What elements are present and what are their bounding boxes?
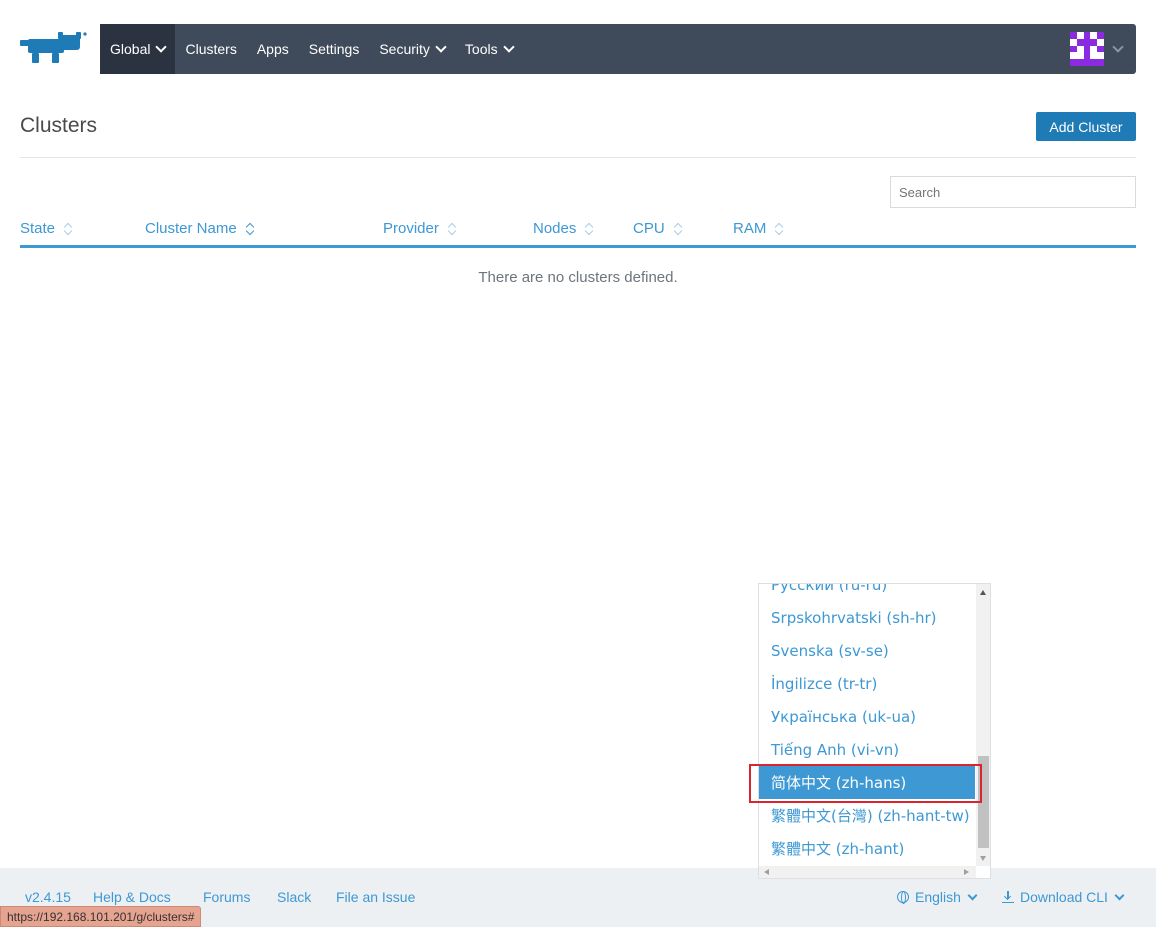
nav-global[interactable]: Global (100, 24, 176, 74)
scrollbar-thumb[interactable] (978, 756, 989, 848)
language-option[interactable]: 繁體中文(台灣) (zh-hant-tw) (759, 799, 975, 832)
scroll-left-arrow-icon[interactable] (764, 869, 769, 875)
nav-apps-label: Apps (256, 41, 289, 57)
language-option[interactable]: Srpskohrvatski (sh-hr) (759, 601, 975, 634)
download-cli-menu[interactable]: Download CLI (1002, 889, 1125, 905)
language-option[interactable]: Русский (ru-ru) (759, 584, 975, 601)
language-selector[interactable]: English (897, 889, 978, 905)
table-header: State Cluster Name Provider Nodes CPU RA… (20, 214, 1136, 248)
chevron-down-icon (502, 40, 515, 53)
chevron-down-icon (967, 890, 978, 901)
language-option-selected[interactable]: 简体中文 (zh-hans) (759, 766, 975, 799)
status-bar-url: https://192.168.101.201/g/clusters# (0, 906, 202, 927)
column-label: Provider (383, 220, 439, 237)
search-input[interactable] (890, 176, 1136, 208)
sort-icon (63, 222, 73, 236)
file-issue-link[interactable]: File an Issue (336, 889, 415, 905)
column-label: RAM (733, 220, 767, 237)
nav-clusters[interactable]: Clusters (175, 24, 246, 74)
column-label: State (20, 220, 56, 237)
forums-link[interactable]: Forums (203, 889, 250, 905)
vertical-scrollbar[interactable] (976, 584, 990, 866)
column-header-nodes[interactable]: Nodes (533, 220, 594, 237)
nav-security-label: Security (379, 41, 430, 57)
scroll-up-arrow-icon[interactable] (980, 590, 986, 595)
sort-icon (774, 222, 784, 236)
nav-clusters-label: Clusters (185, 41, 237, 57)
column-header-state[interactable]: State (20, 220, 73, 237)
nav-security[interactable]: Security (369, 24, 455, 74)
page-title: Clusters (20, 114, 98, 137)
globe-icon (897, 891, 909, 904)
scroll-down-arrow-icon[interactable] (980, 856, 986, 861)
user-avatar-icon (1070, 32, 1104, 66)
column-label: CPU (633, 220, 665, 237)
column-header-ram[interactable]: RAM (733, 220, 784, 237)
chevron-down-icon (435, 40, 447, 53)
language-label: English (915, 889, 961, 905)
version-link[interactable]: v2.4.15 (25, 889, 71, 905)
top-nav-bar: Global Clusters Apps Settings Security T… (100, 24, 1136, 74)
language-option[interactable]: Tiếng Anh (vi-vn) (759, 733, 975, 766)
help-docs-link[interactable]: Help & Docs (93, 889, 171, 905)
add-cluster-button[interactable]: Add Cluster (1036, 112, 1136, 141)
language-option[interactable]: 繁體中文 (zh-hant) (759, 832, 975, 865)
column-header-provider[interactable]: Provider (383, 220, 457, 237)
user-menu[interactable] (1070, 32, 1124, 66)
column-header-cpu[interactable]: CPU (633, 220, 683, 237)
nav-settings-label: Settings (308, 41, 360, 57)
download-cli-label: Download CLI (1020, 889, 1108, 905)
sort-icon (245, 222, 255, 236)
sort-icon (447, 222, 457, 236)
nav-settings[interactable]: Settings (299, 24, 370, 74)
nav-tools-label: Tools (464, 41, 498, 57)
empty-table-message: There are no clusters defined. (478, 269, 678, 286)
language-option[interactable]: Українська (uk-ua) (759, 700, 975, 733)
horizontal-scrollbar[interactable] (759, 866, 976, 878)
scroll-right-arrow-icon[interactable] (964, 869, 969, 875)
download-icon (1002, 891, 1014, 903)
page: Global Clusters Apps Settings Security T… (0, 0, 1156, 927)
slack-link[interactable]: Slack (277, 889, 311, 905)
language-dropdown[interactable]: Русский (ru-ru) Srpskohrvatski (sh-hr) S… (758, 583, 991, 879)
header-divider (20, 157, 1136, 158)
chevron-down-icon (1114, 890, 1125, 901)
nav-global-label: Global (110, 41, 151, 57)
language-option[interactable]: Svenska (sv-se) (759, 634, 975, 667)
column-header-cluster-name[interactable]: Cluster Name (145, 220, 255, 237)
chevron-down-icon (155, 40, 168, 53)
nav-tools[interactable]: Tools (455, 24, 523, 74)
sort-icon (584, 222, 594, 236)
column-label: Cluster Name (145, 220, 237, 237)
nav-apps[interactable]: Apps (247, 24, 299, 74)
rancher-logo-icon[interactable] (18, 31, 90, 67)
column-label: Nodes (533, 220, 577, 237)
sort-icon (673, 222, 683, 236)
chevron-down-icon (1112, 40, 1124, 53)
language-option[interactable]: İngilizce (tr-tr) (759, 667, 975, 700)
